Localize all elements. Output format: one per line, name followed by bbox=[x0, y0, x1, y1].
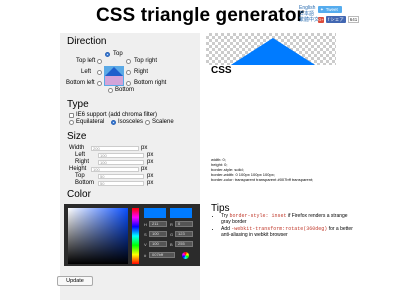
type-isosceles-radio[interactable] bbox=[111, 120, 116, 125]
top-input[interactable]: 50 bbox=[98, 174, 144, 179]
blue-input[interactable]: 255 bbox=[175, 241, 193, 247]
top-label: Top bbox=[75, 173, 85, 179]
left-unit: px bbox=[147, 152, 154, 158]
css-code[interactable]: width: 0; height: 0; border-style: solid… bbox=[211, 157, 313, 182]
direction-top-radio[interactable] bbox=[105, 52, 110, 57]
sat-input[interactable]: 100 bbox=[149, 231, 167, 237]
twitter-icon: ✦ bbox=[320, 6, 324, 12]
direction-right-radio[interactable] bbox=[126, 70, 131, 75]
update-button[interactable]: Update bbox=[57, 276, 93, 286]
val-label: V bbox=[144, 242, 147, 247]
green-input[interactable]: 123 bbox=[175, 231, 193, 237]
css-heading: CSS bbox=[211, 65, 232, 76]
direction-heading: Direction bbox=[67, 36, 107, 47]
ie6-support-label: IE6 support (add chroma filter) bbox=[76, 112, 158, 118]
width-unit: px bbox=[141, 145, 148, 151]
height-input[interactable]: 100 bbox=[91, 167, 139, 172]
width-label: Width bbox=[69, 145, 85, 151]
type-scalene-radio[interactable] bbox=[145, 120, 150, 125]
lang-chinese[interactable]: 繁體中文 bbox=[299, 17, 319, 23]
direction-bottom-right-label: Bottom right bbox=[134, 80, 167, 86]
direction-bottom-left-label: Bottom left bbox=[66, 80, 95, 86]
color-heading: Color bbox=[67, 189, 91, 200]
type-heading: Type bbox=[67, 99, 89, 110]
direction-left-label: Left bbox=[81, 69, 92, 75]
direction-left-radio[interactable] bbox=[97, 70, 102, 75]
share-label: シェア bbox=[330, 16, 344, 22]
hex-label: # bbox=[144, 253, 147, 258]
top-unit: px bbox=[147, 173, 154, 179]
language-switcher: English 日本語 繁體中文 bbox=[299, 5, 319, 23]
right-label: Right bbox=[75, 159, 90, 165]
type-isosceles-label: Isosceles bbox=[118, 119, 144, 125]
direction-top-right-radio[interactable] bbox=[126, 59, 131, 64]
type-scalene-label: Scalene bbox=[152, 119, 174, 125]
type-equilateral-radio[interactable] bbox=[69, 120, 74, 125]
red-label: R bbox=[170, 222, 173, 227]
height-unit: px bbox=[141, 166, 148, 172]
sat-label: S bbox=[144, 232, 147, 237]
facebook-share-button[interactable]: f シェア bbox=[326, 16, 346, 23]
hex-input[interactable]: 007bff bbox=[149, 252, 175, 258]
blue-label: B bbox=[170, 242, 173, 247]
height-label: Height bbox=[69, 166, 87, 172]
hue-slider[interactable] bbox=[132, 208, 139, 264]
direction-top-label: Top bbox=[113, 51, 123, 57]
tip-item: Try border-style: inset if Firefox rende… bbox=[221, 213, 355, 225]
hue-input[interactable]: 211 bbox=[149, 221, 167, 227]
right-unit: px bbox=[147, 159, 154, 165]
page: CSS triangle generator English 日本語 繁體中文 … bbox=[0, 0, 400, 300]
hue-label: H bbox=[144, 222, 147, 227]
bottom-unit: px bbox=[147, 180, 154, 186]
saturation-value-area[interactable] bbox=[68, 208, 128, 264]
left-input[interactable]: 100 bbox=[98, 153, 144, 158]
right-input[interactable]: 100 bbox=[98, 160, 144, 165]
tweet-button[interactable]: ✦ Tweet bbox=[318, 6, 342, 13]
direction-bottom-right-radio[interactable] bbox=[126, 81, 131, 86]
red-input[interactable]: 0 bbox=[175, 221, 193, 227]
direction-preview-triangle bbox=[105, 67, 123, 76]
direction-bottom-left-radio[interactable] bbox=[97, 81, 102, 86]
tip-item: Add -webkit-transform:rotate(360deg) for… bbox=[221, 226, 355, 238]
color-wheel-icon[interactable] bbox=[182, 252, 189, 259]
direction-top-right-label: Top right bbox=[134, 58, 158, 64]
width-input[interactable]: 200 bbox=[91, 146, 139, 151]
new-color-swatch bbox=[144, 208, 166, 218]
color-picker: H 211 R 0 S 100 G 123 V 100 B 255 # 007b… bbox=[64, 204, 200, 266]
size-heading: Size bbox=[67, 131, 87, 142]
current-color-swatch bbox=[170, 208, 192, 218]
share-count: 641 bbox=[347, 16, 360, 23]
google-plus-button[interactable]: G+ bbox=[318, 16, 324, 23]
direction-right-label: Right bbox=[134, 69, 149, 75]
type-equilateral-label: Equilateral bbox=[76, 119, 105, 125]
left-label: Left bbox=[75, 152, 86, 158]
val-input[interactable]: 100 bbox=[149, 241, 167, 247]
green-label: G bbox=[170, 232, 174, 237]
direction-bottom-radio[interactable] bbox=[108, 88, 113, 93]
direction-preview-lower bbox=[105, 76, 123, 85]
bottom-input[interactable]: 50 bbox=[98, 181, 144, 186]
bottom-label: Bottom bbox=[75, 180, 95, 186]
ie6-support-checkbox[interactable] bbox=[69, 113, 74, 118]
facebook-icon: f bbox=[328, 17, 330, 22]
direction-bottom-label: Bottom bbox=[115, 87, 135, 93]
direction-top-left-label: Top left bbox=[76, 58, 96, 64]
css-output-panel: CSS width: 0; height: 0; border-style: s… bbox=[206, 65, 354, 205]
tips-list: Try border-style: inset if Firefox rende… bbox=[215, 213, 355, 239]
tweet-label: Tweet bbox=[325, 7, 338, 12]
direction-top-left-radio[interactable] bbox=[97, 59, 102, 64]
social-buttons: ✦ Tweet G+ f シェア 641 bbox=[318, 6, 360, 23]
